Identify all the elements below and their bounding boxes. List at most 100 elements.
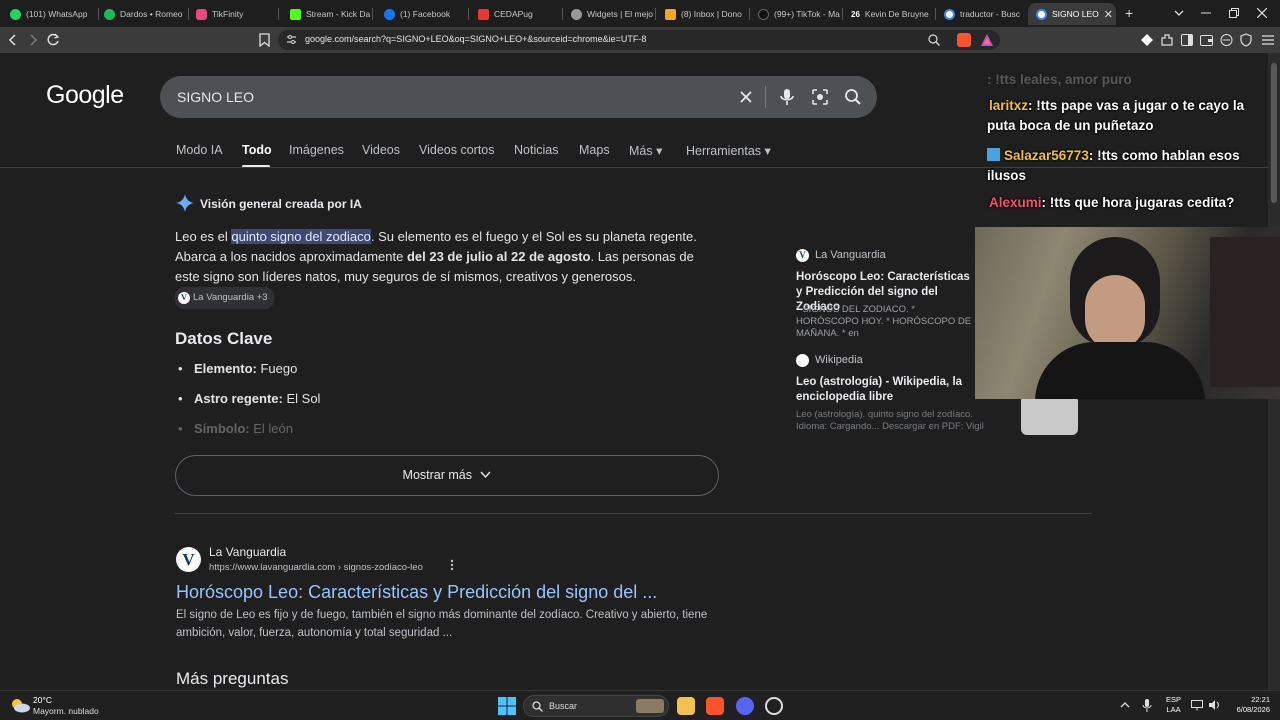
more-options-icon[interactable] [450,559,454,571]
clear-icon[interactable] [736,87,756,107]
chat-username: Salazar56773 [1004,148,1089,163]
network-icon[interactable] [1191,700,1203,711]
show-more-label: Mostrar más [402,468,472,482]
tab-herramientas[interactable]: Herramientas ▾ [686,143,771,158]
sidebar-icon[interactable] [1181,34,1193,46]
tab-label: CEDAPug [494,9,533,19]
bookmark-icon[interactable] [259,33,270,47]
tab-videos[interactable]: Videos [362,143,400,157]
tab-facebook[interactable]: (1) Facebook [376,3,468,25]
tab-cedapug[interactable]: CEDAPug [470,3,562,25]
input-language[interactable]: ESP LAA [1166,695,1181,715]
volume-icon[interactable] [1208,699,1220,711]
tab-spotify[interactable]: Dardos • Romeo [96,3,188,25]
tab-videos-cortos[interactable]: Videos cortos [419,143,495,157]
tab-label: (8) Inbox | Dono [681,9,742,19]
tab-label: Dardos • Romeo [120,9,183,19]
tab-label: SIGNO LEO [1052,9,1099,19]
tab-signo-leo[interactable]: SIGNO LEO ✕ [1028,3,1116,25]
tab-kick[interactable]: Stream - Kick Da [282,3,370,25]
close-window-icon[interactable] [1257,8,1267,18]
tab-tikfinity[interactable]: TikFinity [188,3,278,25]
google-logo[interactable]: Google [46,81,124,110]
source-title-link[interactable]: Leo (astrología) - Wikipedia, la enciclo… [796,375,976,405]
result-url: https://www.lavanguardia.com › signos-zo… [209,562,423,573]
shield-icon[interactable] [1240,33,1252,47]
site-info-icon[interactable] [286,35,297,45]
extensions-icon[interactable] [1160,33,1174,47]
windows-taskbar: 20°C Mayorm. nublado Buscar ESP LAA 22:21… [0,690,1280,720]
lens-icon[interactable] [810,87,830,107]
microphone-icon[interactable] [777,87,797,107]
discord-icon[interactable] [736,697,754,715]
tab-traductor[interactable]: traductor - Busc [936,3,1028,25]
tab-tiktok[interactable]: (99+) TikTok - Ma [750,3,842,25]
donation-icon [665,8,676,20]
tab-label: Stream - Kick Da [306,9,370,19]
chat-username: Alexumi [989,195,1042,210]
address-bar[interactable]: google.com/search?q=SIGNO+LEO&oq=SIGNO+L… [278,30,1000,50]
tab-label: Kevin De Bruyne [864,9,929,19]
result-title-link[interactable]: Horóscopo Leo: Características y Predicc… [176,582,657,603]
back-icon[interactable] [8,34,16,46]
search-input[interactable]: SIGNO LEO [177,89,254,105]
wallet-icon[interactable] [1141,34,1153,46]
datos-clave-heading: Datos Clave [175,329,273,348]
tab-inbox[interactable]: (8) Inbox | Dono [657,3,749,25]
show-more-button[interactable]: Mostrar más [175,455,719,496]
site-26-icon: 26 [851,9,860,19]
minimize-icon[interactable] [1201,12,1211,15]
chat-text: : !tts que hora jugaras cedita? [1041,195,1235,210]
tab-todo[interactable]: Todo [242,143,272,157]
tab-modo-ia[interactable]: Modo IA [176,143,223,157]
search-icon[interactable] [843,87,863,107]
item-value: El león [253,421,293,436]
brave-shields-icon[interactable] [957,33,971,47]
source-chip[interactable]: V La Vanguardia +3 [175,287,274,309]
tab-label: TikFinity [212,9,244,19]
microphone-icon[interactable] [1142,699,1152,713]
tab-imagenes[interactable]: Imágenes [289,143,344,157]
obs-icon[interactable] [765,697,783,715]
weather-desc[interactable]: Mayorm. nublado [33,706,99,716]
forward-icon[interactable] [30,34,38,46]
brave-rewards-icon[interactable] [980,33,994,47]
tab-whatsapp[interactable]: (101) WhatsApp [2,3,98,25]
tab-widgets[interactable]: Widgets | El mejo [563,3,655,25]
taskbar-search[interactable]: Buscar [523,695,669,717]
chat-username: laritxz [989,98,1029,113]
person-face [1085,275,1145,350]
tab-de-bruyne[interactable]: 26 Kevin De Bruyne [843,3,935,25]
wikipedia-thumbnail[interactable] [1021,395,1078,435]
item-key: Astro regente: [194,391,283,406]
weather-temp[interactable]: 20°C [33,695,52,705]
scrollbar-thumb[interactable] [1271,63,1277,203]
ai-sparkle-icon [176,194,194,212]
crypto-wallet-icon[interactable] [1200,34,1213,46]
tab-search-chevron-icon[interactable] [1174,9,1184,17]
highlighted-text[interactable]: quinto signo del zodiaco [231,229,371,244]
close-tab-icon[interactable]: ✕ [1104,8,1113,21]
chevron-up-icon[interactable] [1120,701,1130,709]
system-clock[interactable]: 22:21 6/08/2026 [1228,695,1270,715]
reload-icon[interactable] [47,33,60,46]
item-key: Elemento: [194,361,257,376]
tab-maps[interactable]: Maps [579,143,610,157]
item-value: Fuego [260,361,298,376]
menu-icon[interactable] [1262,33,1274,47]
zoom-icon[interactable] [928,34,940,46]
tab-mas[interactable]: Más ▾ [629,143,662,158]
search-box[interactable]: SIGNO LEO [160,76,877,118]
tab-noticias[interactable]: Noticias [514,143,558,157]
browser-toolbar: google.com/search?q=SIGNO+LEO&oq=SIGNO+L… [0,27,1280,53]
result-snippet: El signo de Leo es fijo y de fuego, tamb… [176,609,708,639]
windows-start-icon[interactable] [498,697,516,715]
ai-text-part: Leo es el [175,229,232,244]
vpn-icon[interactable] [1220,34,1233,46]
weather-cloud-icon[interactable] [10,697,30,713]
brave-browser-icon[interactable] [706,697,724,715]
la-vanguardia-logo: V [176,547,201,572]
restore-icon[interactable] [1229,8,1239,18]
file-explorer-icon[interactable] [677,697,695,715]
new-tab-button[interactable]: + [1125,5,1133,21]
